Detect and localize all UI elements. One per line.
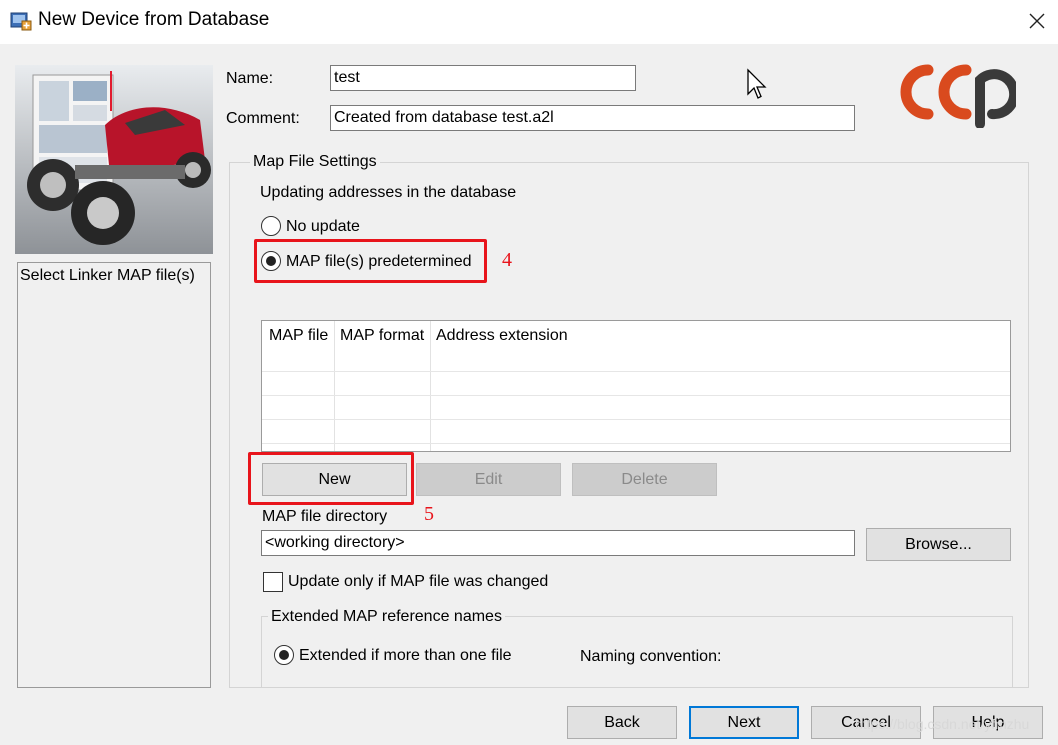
ccp-logo: [900, 64, 1016, 128]
no-update-label[interactable]: No update: [286, 218, 360, 236]
next-button[interactable]: Next: [689, 706, 799, 739]
window-title: New Device from Database: [38, 9, 270, 30]
annotation-box-4: [254, 239, 487, 283]
close-icon[interactable]: [1024, 8, 1050, 34]
no-update-radio[interactable]: [261, 216, 281, 236]
name-input[interactable]: test: [330, 65, 636, 91]
name-label: Name:: [226, 70, 274, 87]
map-file-table[interactable]: MAP file MAP format Address extension: [261, 320, 1011, 452]
map-file-settings-title: Map File Settings: [250, 153, 380, 171]
watermark-text: https://blog.csdn.net/yfmzhu: [855, 716, 1030, 732]
table-row: [262, 419, 1010, 420]
edit-button[interactable]: Edit: [416, 463, 561, 496]
column-header-map-file[interactable]: MAP file: [269, 327, 328, 345]
app-icon: [10, 12, 32, 31]
delete-button[interactable]: Delete: [572, 463, 717, 496]
extended-names-title: Extended MAP reference names: [268, 608, 505, 626]
column-divider: [430, 321, 431, 451]
wizard-steps-panel: Select Linker MAP file(s): [17, 262, 211, 688]
map-directory-label: MAP file directory: [262, 508, 388, 525]
extended-radio[interactable]: [274, 645, 294, 665]
title-bar: New Device from Database: [0, 0, 1058, 44]
mouse-cursor-icon: [747, 68, 767, 99]
column-header-map-format[interactable]: MAP format: [340, 327, 424, 345]
column-divider: [334, 321, 335, 451]
update-only-label[interactable]: Update only if MAP file was changed: [288, 573, 548, 591]
updating-addresses-label: Updating addresses in the database: [260, 184, 517, 201]
table-row: [262, 395, 1010, 396]
column-header-address-extension[interactable]: Address extension: [436, 327, 568, 345]
comment-input[interactable]: Created from database test.a2l: [330, 105, 855, 131]
table-row: [262, 371, 1010, 372]
update-only-checkbox[interactable]: [263, 572, 283, 592]
extended-radio-label[interactable]: Extended if more than one file: [299, 647, 512, 665]
annotation-box-5: [248, 452, 414, 505]
naming-convention-label: Naming convention:: [580, 648, 722, 665]
back-button[interactable]: Back: [567, 706, 677, 739]
map-directory-input[interactable]: <working directory>: [261, 530, 855, 556]
wizard-step-label: Select Linker MAP file(s): [20, 267, 195, 284]
table-row: [262, 443, 1010, 444]
comment-label: Comment:: [226, 110, 300, 127]
annotation-number-5: 5: [424, 503, 434, 525]
annotation-number-4: 4: [502, 249, 512, 271]
browse-button[interactable]: Browse...: [866, 528, 1011, 561]
wizard-image: [15, 65, 213, 254]
